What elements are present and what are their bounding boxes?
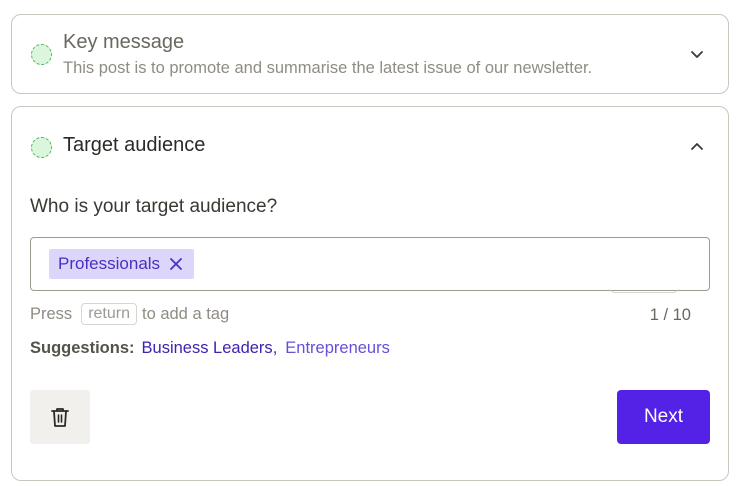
- key-message-summary: This post is to promote and summarise th…: [63, 59, 593, 77]
- key-message-title: Key message: [63, 31, 185, 53]
- tag-input-field[interactable]: Professionals: [30, 237, 710, 293]
- status-indicator-icon: [31, 44, 52, 65]
- tag-text-input[interactable]: [213, 250, 693, 278]
- hint-prefix: Press: [30, 304, 73, 323]
- delete-button[interactable]: [30, 390, 90, 444]
- target-audience-question: Who is your target audience?: [30, 196, 278, 217]
- suggestions-row: Suggestions: Business Leaders, Entrepren…: [30, 339, 390, 358]
- suggestion-separator: ,: [272, 339, 278, 357]
- key-message-section[interactable]: Key message This post is to promote and …: [11, 14, 729, 94]
- next-button[interactable]: Next: [617, 390, 710, 444]
- tag-chip: Professionals: [49, 249, 195, 279]
- input-decoration: [609, 287, 679, 293]
- input-hint: Press return to add a tag: [30, 303, 229, 325]
- tag-counter: 1 / 10: [649, 306, 691, 324]
- keyboard-key-hint: return: [81, 303, 137, 325]
- tag-label: Professionals: [58, 254, 161, 273]
- suggestion-business-leaders[interactable]: Business Leaders: [142, 339, 273, 358]
- close-icon[interactable]: [168, 256, 184, 272]
- status-indicator-icon: [31, 137, 52, 158]
- trash-icon: [50, 406, 70, 428]
- hint-suffix: to add a tag: [141, 304, 230, 323]
- suggestion-entrepreneurs[interactable]: Entrepreneurs: [285, 339, 390, 358]
- chevron-down-icon[interactable]: [688, 45, 706, 63]
- target-audience-title[interactable]: Target audience: [63, 134, 205, 157]
- chevron-up-icon[interactable]: [688, 138, 706, 156]
- suggestions-label: Suggestions:: [30, 339, 135, 357]
- target-audience-section: Target audience Who is your target audie…: [11, 106, 729, 481]
